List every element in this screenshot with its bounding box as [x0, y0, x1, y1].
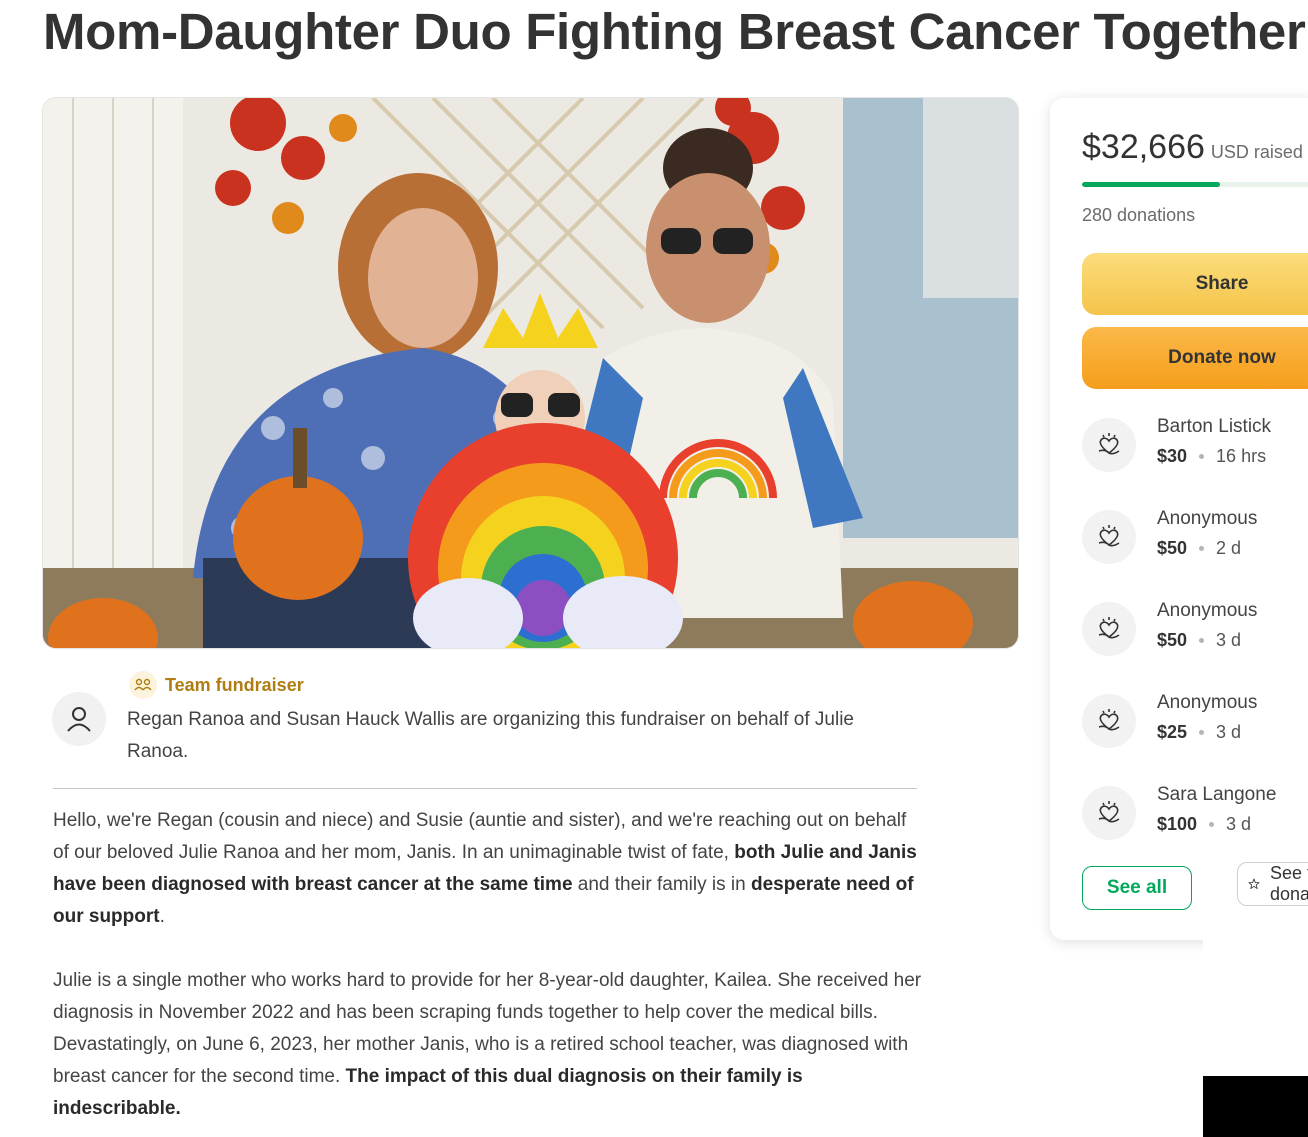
family-photo-icon	[43, 98, 1018, 648]
donor-amount: $50	[1157, 630, 1188, 650]
donor-name: Anonymous	[1157, 600, 1258, 621]
donor-amount: $100	[1157, 814, 1198, 834]
donor-name: Anonymous	[1157, 508, 1258, 529]
donor-item: Sara Langone $100 3 d	[1082, 784, 1308, 848]
donor-name: Barton Listick	[1157, 416, 1272, 437]
progress-bar	[1082, 182, 1308, 187]
story-text: and their family is in	[572, 874, 751, 895]
donation-sidebar: $32,666 USD raised 280 donations Share D…	[1050, 98, 1308, 940]
see-top-donations-button[interactable]: See top donations	[1237, 862, 1308, 906]
donation-heart-icon	[1082, 786, 1136, 840]
donor-name: Anonymous	[1157, 692, 1258, 713]
team-fundraiser-label: Team fundraiser	[165, 674, 304, 695]
story-paragraph-1: Hello, we're Regan (cousin and niece) an…	[53, 805, 923, 933]
donor-item: Anonymous $25 3 d	[1082, 692, 1308, 756]
story-paragraph-2: Julie is a single mother who works hard …	[53, 965, 923, 1125]
page-title: Mom-Daughter Duo Fighting Breast Cancer …	[43, 3, 1306, 60]
raised-suffix: USD raised	[1210, 142, 1303, 162]
progress-fill	[1082, 182, 1220, 187]
donor-name: Sara Langone	[1157, 784, 1277, 805]
donor-time: 2 d	[1216, 538, 1242, 558]
raised-summary: $32,666 USD raised	[1082, 128, 1303, 167]
raised-amount: $32,666	[1082, 128, 1205, 166]
donations-count: 280 donations	[1082, 205, 1196, 225]
hero-image[interactable]	[42, 97, 1019, 649]
donation-heart-icon	[1082, 694, 1136, 748]
person-icon	[67, 707, 91, 732]
donor-amount: $50	[1157, 538, 1188, 558]
donor-item: Anonymous $50 2 d	[1082, 508, 1308, 572]
donor-time: 3 d	[1216, 722, 1242, 742]
organizer-description: Regan Ranoa and Susan Hauck Wallis are o…	[127, 709, 855, 762]
overlay-strip	[1203, 940, 1308, 1076]
team-fundraiser-badge: Team fundraiser	[129, 671, 304, 699]
donor-time: 3 d	[1226, 814, 1252, 834]
donor-time: 16 hrs	[1216, 446, 1267, 466]
donor-item: Barton Listick $30 16 hrs	[1082, 416, 1308, 480]
divider	[53, 788, 917, 789]
donation-heart-icon	[1082, 602, 1136, 656]
team-icon	[129, 671, 157, 699]
donation-heart-icon	[1082, 510, 1136, 564]
story-text: .	[159, 906, 165, 927]
see-top-donations-label: See top donations	[1269, 863, 1308, 904]
see-all-button[interactable]: See all	[1082, 866, 1192, 910]
donor-time: 3 d	[1216, 630, 1242, 650]
donor-amount: $25	[1157, 722, 1188, 742]
share-button[interactable]: Share	[1082, 253, 1308, 315]
organizer-avatar	[52, 692, 106, 746]
donor-item: Anonymous $50 3 d	[1082, 600, 1308, 664]
donation-heart-icon	[1082, 418, 1136, 472]
donate-button[interactable]: Donate now	[1082, 327, 1308, 389]
black-corner	[1203, 1076, 1308, 1137]
donor-amount: $30	[1157, 446, 1188, 466]
star-icon	[1248, 878, 1260, 890]
